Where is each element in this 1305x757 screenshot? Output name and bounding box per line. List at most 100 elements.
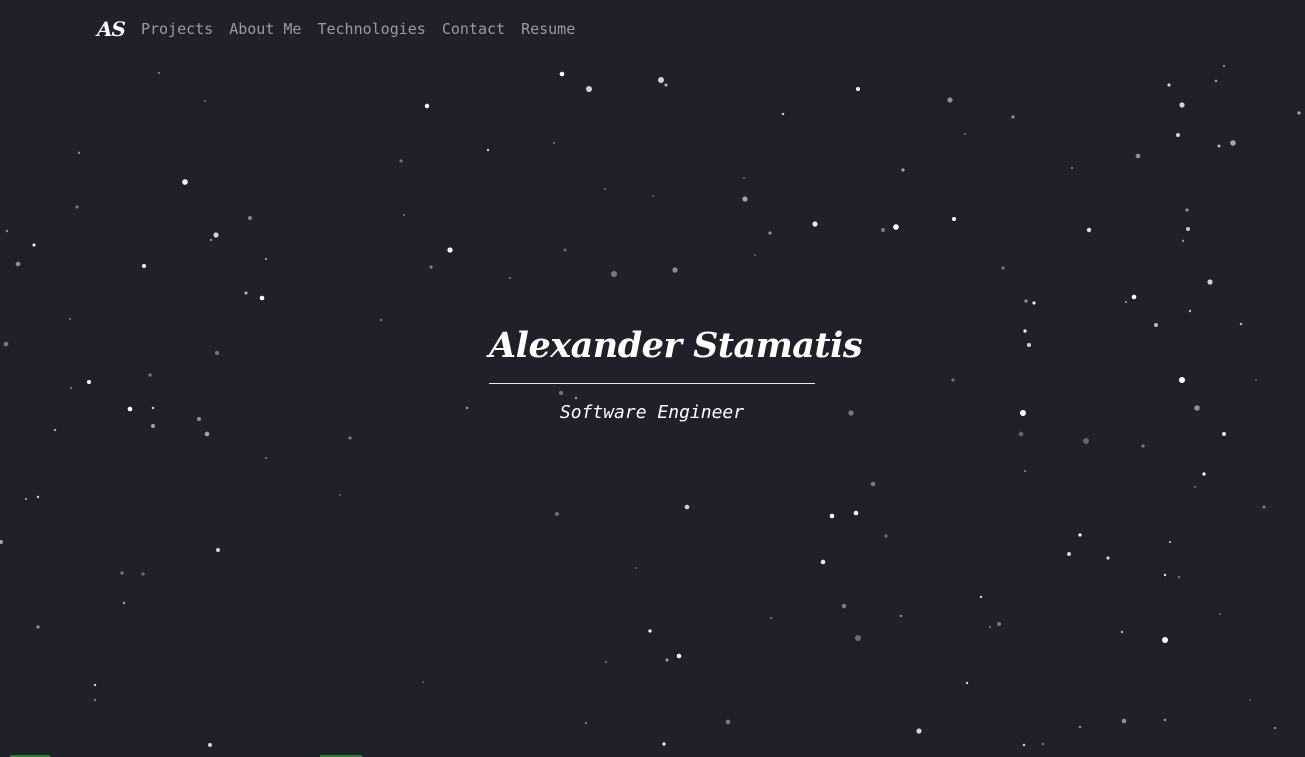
star	[1219, 613, 1221, 615]
star	[997, 622, 1001, 626]
nav-link-resume[interactable]: Resume	[521, 20, 575, 38]
star	[447, 247, 453, 253]
star	[1207, 279, 1213, 285]
top-navigation: AS Projects About Me Technologies Contac…	[97, 14, 591, 44]
star	[1106, 556, 1110, 560]
star	[604, 660, 608, 664]
star	[848, 410, 854, 416]
star	[881, 228, 885, 232]
star	[743, 177, 745, 179]
star	[244, 291, 248, 295]
star	[1188, 309, 1192, 313]
star	[665, 658, 669, 662]
star	[215, 351, 219, 355]
star	[1067, 552, 1071, 556]
star	[465, 406, 469, 410]
hero-divider	[489, 383, 815, 384]
nav-link-contact[interactable]: Contact	[442, 20, 505, 38]
star	[15, 261, 21, 267]
star	[901, 168, 905, 172]
star	[1223, 65, 1225, 67]
star	[893, 224, 899, 230]
star	[197, 417, 201, 421]
star	[658, 77, 664, 83]
star	[1217, 144, 1221, 148]
star	[1273, 726, 1277, 730]
star	[1120, 630, 1124, 634]
star	[856, 87, 860, 91]
star	[70, 387, 72, 389]
star	[0, 540, 3, 544]
nav-link-technologies[interactable]: Technologies	[317, 20, 425, 38]
logo[interactable]: AS	[97, 17, 126, 41]
star	[884, 534, 888, 538]
star	[209, 238, 213, 242]
star	[36, 495, 40, 499]
star	[424, 103, 430, 109]
star	[265, 457, 267, 459]
star	[1262, 505, 1266, 509]
star	[1135, 153, 1141, 159]
star	[742, 196, 748, 202]
star	[1222, 432, 1226, 436]
star	[1086, 227, 1092, 233]
star	[553, 142, 555, 144]
star	[151, 424, 155, 428]
star	[53, 428, 57, 432]
star	[684, 504, 690, 510]
star	[855, 635, 861, 641]
star	[870, 481, 876, 487]
star	[1018, 431, 1024, 437]
nav-link-about-me[interactable]: About Me	[229, 20, 301, 38]
star	[399, 159, 403, 163]
star	[725, 719, 731, 725]
star	[1022, 743, 1026, 747]
star	[1239, 322, 1243, 326]
star	[1141, 444, 1145, 448]
star	[1131, 294, 1137, 300]
star	[1181, 239, 1185, 243]
star	[1154, 323, 1158, 327]
star	[213, 232, 219, 238]
star	[1001, 266, 1005, 270]
star	[158, 72, 160, 74]
star	[259, 295, 265, 301]
star	[182, 179, 188, 185]
star	[1121, 718, 1127, 724]
star	[768, 231, 772, 235]
star	[32, 243, 36, 247]
hero-name: Alexander Stamatis	[489, 325, 863, 366]
star	[648, 629, 652, 633]
star	[216, 548, 220, 552]
star	[127, 406, 133, 412]
star	[781, 112, 785, 116]
star	[151, 406, 155, 410]
star	[841, 603, 847, 609]
star	[1020, 410, 1026, 416]
star	[348, 436, 352, 440]
star	[36, 625, 40, 629]
star	[339, 494, 341, 496]
star	[964, 133, 966, 135]
star	[1249, 699, 1251, 701]
star	[1177, 575, 1181, 579]
hero-title: Software Engineer	[559, 402, 745, 423]
star	[965, 681, 969, 685]
star	[1032, 301, 1036, 305]
star	[142, 264, 146, 268]
star	[952, 217, 956, 221]
star	[829, 513, 835, 519]
nav-link-projects[interactable]: Projects	[141, 20, 213, 38]
star	[122, 601, 126, 605]
star	[1176, 133, 1180, 137]
star	[820, 559, 826, 565]
star	[662, 742, 666, 746]
star	[1042, 743, 1044, 745]
star	[486, 148, 490, 152]
star	[380, 319, 382, 321]
star	[1071, 167, 1073, 169]
star	[635, 567, 637, 569]
star	[586, 86, 592, 92]
star	[916, 728, 922, 734]
hero-section: Alexander Stamatis Software Engineer	[489, 322, 863, 425]
